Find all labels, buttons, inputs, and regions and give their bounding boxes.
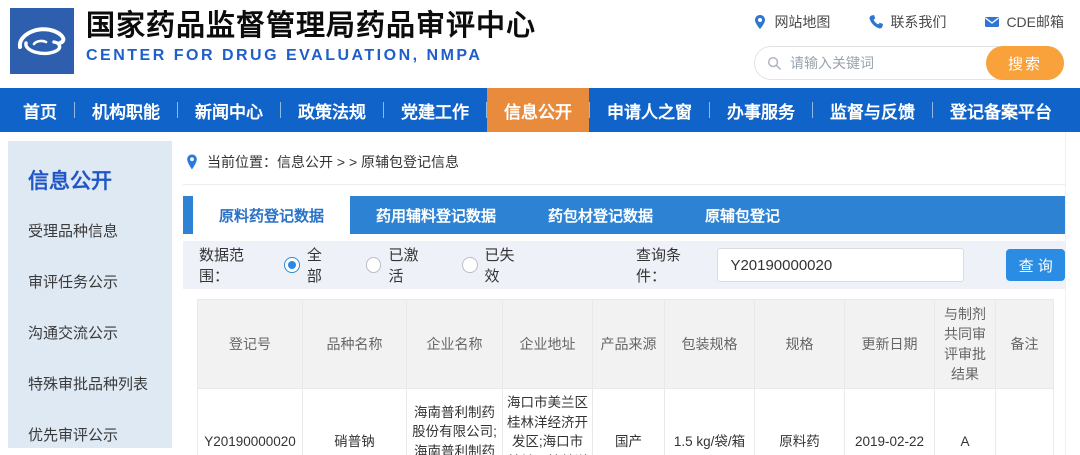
site-subtitle: CENTER FOR DRUG EVALUATION, NMPA — [86, 47, 536, 65]
radio-all-circle — [284, 257, 300, 273]
radio-inactive[interactable]: 已失效 — [462, 244, 528, 286]
col-header-remarks: 备注 — [996, 300, 1054, 389]
cell-remarks — [996, 389, 1054, 455]
col-header-registration-no: 登记号 — [198, 300, 303, 389]
nav-item-news-center[interactable]: 新闻中心 — [178, 88, 280, 132]
main-content: 当前位置：信息公开 > > 原辅包登记信息 原料药登记数据 药用辅料登记数据 药… — [183, 132, 1066, 455]
table-row: Y20190000020 硝普钠 海南普利制药股份有限公司;海南普利制药股份有限… — [198, 389, 1054, 455]
col-header-company-name: 企业名称 — [407, 300, 503, 389]
cell-company-address: 海口市美兰区桂林洋经济开发区;海口市美兰区桂林洋经济开发区 — [503, 389, 593, 455]
cell-variety-name: 硝普钠 — [303, 389, 407, 455]
query-condition-label: 查询条件： — [636, 244, 709, 286]
contact-link-label: 联系我们 — [890, 12, 946, 32]
location-pin-icon — [185, 154, 199, 170]
cell-joint-review-result: A — [935, 389, 996, 455]
site-title: 国家药品监督管理局药品审评中心 — [86, 8, 536, 44]
sitemap-link-label: 网站地图 — [774, 12, 830, 32]
sidebar-item-priority-review[interactable]: 优先审评公示 — [8, 409, 172, 455]
sidebar-item-communication[interactable]: 沟通交流公示 — [8, 307, 172, 358]
tab-packaging-registration-data[interactable]: 药包材登记数据 — [522, 196, 679, 234]
nav-item-supervision-feedback[interactable]: 监督与反馈 — [813, 88, 932, 132]
breadcrumb-text: 当前位置：信息公开 > > 原辅包登记信息 — [207, 152, 459, 172]
cde-mail-link-label: CDE邮箱 — [1006, 12, 1064, 32]
col-header-product-origin: 产品来源 — [593, 300, 665, 389]
nav-item-party-building[interactable]: 党建工作 — [384, 88, 486, 132]
cell-spec: 原料药 — [755, 389, 845, 455]
scope-radio-group: 全部 已激活 已失效 — [284, 244, 528, 286]
sidebar-item-accepted-varieties[interactable]: 受理品种信息 — [8, 205, 172, 256]
cell-registration-no: Y20190000020 — [198, 389, 303, 455]
query-condition-input[interactable] — [717, 248, 964, 282]
sidebar-item-special-approval-list[interactable]: 特殊审批品种列表 — [8, 358, 172, 409]
breadcrumb: 当前位置：信息公开 > > 原辅包登记信息 — [183, 132, 1065, 185]
tab-api-registration-data[interactable]: 原料药登记数据 — [193, 196, 350, 234]
header-quick-links: 网站地图 联系我们 CDE邮箱 — [752, 12, 1064, 32]
radio-all-label: 全部 — [307, 244, 336, 286]
cde-logo-swirl-icon — [10, 8, 74, 74]
col-header-spec: 规格 — [755, 300, 845, 389]
nav-item-applicant-window[interactable]: 申请人之窗 — [590, 88, 709, 132]
registration-tabs: 原料药登记数据 药用辅料登记数据 药包材登记数据 原辅包登记 — [183, 196, 1065, 234]
nav-item-home[interactable]: 首页 — [6, 88, 74, 132]
radio-activated-label: 已激活 — [388, 244, 432, 286]
col-header-joint-review-result: 与制剂共同审评审批结果 — [935, 300, 996, 389]
cde-logo — [10, 8, 74, 74]
site-header: 国家药品监督管理局药品审评中心 CENTER FOR DRUG EVALUATI… — [0, 0, 1080, 88]
cell-company-name: 海南普利制药股份有限公司;海南普利制药股份有限公司 — [407, 389, 503, 455]
sidebar-title-info-disclosure[interactable]: 信息公开 — [8, 157, 172, 205]
nav-item-services[interactable]: 办事服务 — [710, 88, 812, 132]
radio-inactive-circle — [462, 257, 478, 273]
scope-label: 数据范围： — [199, 244, 272, 286]
contact-link[interactable]: 联系我们 — [868, 12, 946, 32]
table-header-row: 登记号 品种名称 企业名称 企业地址 产品来源 包装规格 规格 更新日期 与制剂… — [198, 300, 1054, 389]
col-header-update-date: 更新日期 — [845, 300, 935, 389]
query-button[interactable]: 查 询 — [1006, 249, 1065, 281]
cell-packaging-spec: 1.5 kg/袋/箱 — [665, 389, 755, 455]
cde-mail-link[interactable]: CDE邮箱 — [984, 12, 1064, 32]
filter-bar: 数据范围： 全部 已激活 已失效 查询条件： 查 询 — [183, 241, 1065, 289]
cell-update-date: 2019-02-22 — [845, 389, 935, 455]
sitemap-link[interactable]: 网站地图 — [752, 12, 830, 32]
nav-item-org-functions[interactable]: 机构职能 — [75, 88, 177, 132]
radio-inactive-label: 已失效 — [485, 244, 529, 286]
registration-data-table: 登记号 品种名称 企业名称 企业地址 产品来源 包装规格 规格 更新日期 与制剂… — [197, 299, 1054, 455]
search-icon — [767, 56, 782, 71]
sidebar-item-review-tasks[interactable]: 审评任务公示 — [8, 256, 172, 307]
sidebar: 信息公开 受理品种信息 审评任务公示 沟通交流公示 特殊审批品种列表 优先审评公… — [8, 141, 172, 448]
col-header-variety-name: 品种名称 — [303, 300, 407, 389]
site-titles: 国家药品监督管理局药品审评中心 CENTER FOR DRUG EVALUATI… — [86, 8, 536, 65]
mail-icon — [984, 14, 1000, 30]
cell-product-origin: 国产 — [593, 389, 665, 455]
main-nav: 首页 机构职能 新闻中心 政策法规 党建工作 信息公开 申请人之窗 办事服务 监… — [0, 88, 1080, 132]
phone-icon — [868, 14, 884, 30]
radio-activated-circle — [366, 257, 382, 273]
page-body: 信息公开 受理品种信息 审评任务公示 沟通交流公示 特殊审批品种列表 优先审评公… — [0, 132, 1080, 455]
nav-item-policies[interactable]: 政策法规 — [281, 88, 383, 132]
tab-excipient-registration-data[interactable]: 药用辅料登记数据 — [350, 196, 522, 234]
nav-item-registration-platform[interactable]: 登记备案平台 — [933, 88, 1069, 132]
map-pin-icon — [752, 14, 768, 30]
nav-item-info-disclosure[interactable]: 信息公开 — [487, 88, 589, 132]
tab-raw-aux-pack-registration[interactable]: 原辅包登记 — [679, 196, 806, 234]
header-search: 搜索 — [754, 46, 1064, 80]
search-button[interactable]: 搜索 — [986, 46, 1064, 80]
radio-activated[interactable]: 已激活 — [366, 244, 432, 286]
radio-all[interactable]: 全部 — [284, 244, 336, 286]
col-header-packaging-spec: 包装规格 — [665, 300, 755, 389]
col-header-company-address: 企业地址 — [503, 300, 593, 389]
